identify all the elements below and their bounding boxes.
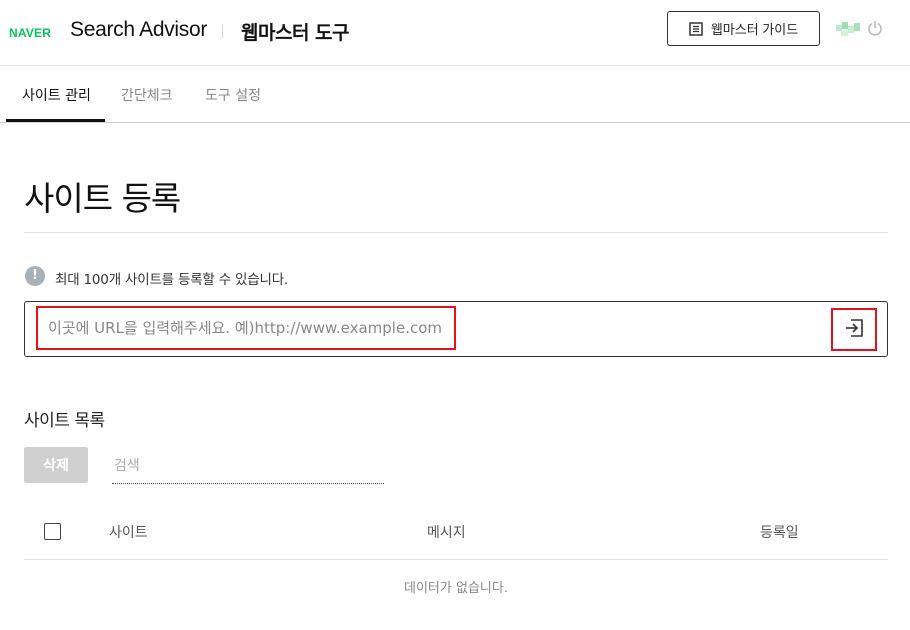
top-header: NAVER Search Advisor 웹마스터 도구 웹마스터 가이드 <box>0 0 910 66</box>
tab-tool-settings[interactable]: 도구 설정 <box>205 85 261 105</box>
exclamation-info-icon: ! <box>25 266 45 286</box>
naver-logo[interactable]: NAVER <box>9 26 51 40</box>
search-advisor-brand[interactable]: Search Advisor <box>70 18 207 42</box>
tab-bar: 사이트 관리 간단체크 도구 설정 <box>0 66 910 123</box>
page-title: 사이트 등록 <box>24 179 181 218</box>
site-list-title: 사이트 목록 <box>24 411 105 431</box>
empty-table-message: 데이터가 없습니다. <box>404 581 508 596</box>
user-avatar[interactable] <box>836 21 860 36</box>
tab-simple-check[interactable]: 간단체크 <box>121 85 173 105</box>
register-site-button[interactable] <box>831 308 877 351</box>
delete-button[interactable]: 삭제 <box>24 447 88 483</box>
header-divider <box>222 24 223 38</box>
logout-power-icon[interactable] <box>866 19 884 37</box>
site-limit-notice: 최대 100개 사이트를 등록할 수 있습니다. <box>55 272 289 288</box>
site-url-input[interactable] <box>36 306 456 350</box>
site-search-input[interactable] <box>112 450 384 482</box>
tab-site-management[interactable]: 사이트 관리 <box>22 85 91 105</box>
webmaster-guide-label: 웹마스터 가이드 <box>710 22 799 37</box>
guide-book-icon <box>689 21 703 36</box>
webmaster-guide-button[interactable]: 웹마스터 가이드 <box>667 11 820 46</box>
column-registered-date: 등록일 <box>760 525 799 541</box>
select-all-checkbox[interactable] <box>44 523 61 540</box>
active-tab-indicator <box>6 119 105 122</box>
site-table-header: 사이트 메시지 등록일 <box>24 510 888 560</box>
column-site: 사이트 <box>109 525 148 541</box>
column-message: 메시지 <box>427 525 466 541</box>
title-divider <box>24 232 888 233</box>
site-search-field <box>112 450 384 484</box>
enter-arrow-icon <box>844 319 864 340</box>
page-section-title: 웹마스터 도구 <box>241 22 350 44</box>
